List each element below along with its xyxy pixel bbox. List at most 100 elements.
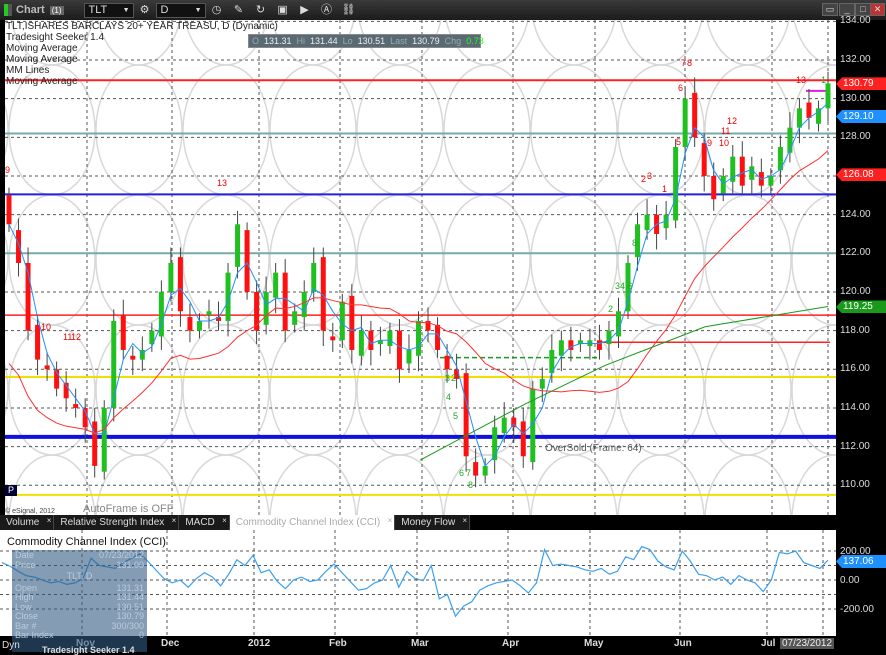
count-label: 2 (451, 373, 456, 383)
candle (768, 176, 773, 186)
candle (711, 176, 716, 199)
low-label: Lo (343, 36, 353, 46)
count-label: 11 (721, 126, 730, 136)
close-tab-icon[interactable]: × (172, 513, 177, 528)
count-label: 8 (687, 58, 692, 68)
candle (683, 99, 688, 147)
count-label: 13 (796, 75, 806, 85)
symbol-input[interactable]: TLT▼ (84, 3, 134, 18)
legend-item[interactable]: Moving Average (6, 43, 278, 54)
high-value: 131.44 (310, 36, 338, 46)
play-icon[interactable]: ▶ (298, 3, 312, 17)
candle (473, 462, 478, 476)
legend-item[interactable]: Moving Average (6, 54, 278, 65)
candle (416, 321, 421, 356)
tab-commodity-channel-index-cci-[interactable]: Commodity Channel Index (CCI) × (230, 515, 396, 530)
interval-input[interactable]: D▼ (156, 3, 206, 18)
price-axis-label: 112.00 (840, 441, 870, 452)
data-window-value: 0 (139, 631, 144, 641)
price-axis-label: 118.00 (840, 325, 870, 336)
candle (749, 166, 754, 180)
price-tag: 129.10 (836, 110, 886, 123)
candle (121, 315, 126, 350)
tab-label: Money Flow (401, 517, 455, 528)
candle (673, 147, 678, 220)
maximize-icon[interactable]: □ (855, 3, 871, 16)
candle (311, 263, 316, 292)
window-title: Chart (16, 4, 45, 16)
snapshot-icon[interactable]: ▣ (276, 3, 290, 17)
minimize-icon[interactable]: _ (839, 3, 855, 16)
cci-value-tag: 137.06 (836, 555, 886, 568)
count-label: 5 (453, 411, 458, 421)
murrey-arc (705, 195, 791, 325)
cci-title: Commodity Channel Index (CCI) (7, 536, 166, 548)
candle (16, 230, 21, 263)
count-label: 3 (445, 373, 450, 383)
murrey-arc (705, 455, 791, 515)
price-chart[interactable]: TLT,ISHARES BARCLAYS 20+ YEAR TREASU, D … (5, 20, 836, 515)
close-tab-icon[interactable]: × (388, 513, 393, 528)
candle (178, 257, 183, 311)
count-label: 8 (468, 480, 473, 490)
legend-item[interactable]: MM Lines (6, 65, 278, 76)
data-window-row: Bar Index 0 (15, 631, 144, 641)
count-label: 7 (681, 58, 686, 68)
cci-axis[interactable]: 200.00 0.00 -200.00 137.06 (836, 530, 886, 636)
last-label: Last (390, 36, 407, 46)
legend-item[interactable]: Moving Average (6, 76, 278, 87)
count-label: 12 (727, 116, 737, 126)
link-badge[interactable]: (1) (50, 6, 64, 15)
change-value: 0.73 (466, 36, 484, 46)
data-window-key: Price (15, 561, 36, 571)
link-icon[interactable]: ⛓ (342, 3, 356, 17)
candle (206, 311, 211, 315)
tab-relative-strength-index[interactable]: Relative Strength Index× (54, 515, 179, 530)
candle (111, 321, 116, 408)
murrey-arc (531, 20, 617, 65)
pencil-icon[interactable]: ✎ (232, 3, 246, 17)
candle (168, 263, 173, 292)
low-value: 130.51 (358, 36, 386, 46)
count-label: 5 (676, 137, 681, 147)
candle (645, 215, 650, 230)
chevron-down-icon: ▼ (195, 7, 202, 14)
data-window-value: 131.00 (116, 561, 144, 571)
legend-item[interactable]: Tradesight Seeker 1.4 (6, 32, 278, 43)
refresh-icon[interactable]: ↻ (254, 3, 268, 17)
tab-money-flow[interactable]: Money Flow × (395, 515, 470, 530)
close-tab-icon[interactable]: × (222, 513, 227, 528)
candle (283, 273, 288, 331)
close-icon[interactable]: ✕ (870, 3, 885, 16)
symbol-value: TLT (89, 4, 108, 16)
autoframe-label: AutoFrame is OFF (83, 503, 173, 515)
restore-icon[interactable]: ▭ (822, 3, 838, 16)
price-tag: 119.25 (836, 300, 886, 313)
p-marker: P (5, 485, 17, 496)
count-label: 7 (466, 468, 471, 478)
interval-value: D (161, 4, 169, 16)
candle (159, 292, 164, 336)
data-window-row: Price 131.00 (15, 561, 144, 571)
study-legend: TLT,ISHARES BARCLAYS 20+ YEAR TREASU, D … (6, 21, 278, 87)
candle (359, 331, 364, 356)
price-axis[interactable]: 134.00132.00130.00128.00126.00124.00122.… (836, 20, 886, 515)
candle (740, 157, 745, 186)
close-tab-icon[interactable]: × (463, 513, 468, 528)
murrey-arc (183, 455, 269, 515)
price-axis-label: 130.00 (840, 93, 871, 104)
tab-volume[interactable]: Volume× (0, 515, 54, 530)
murrey-arc (531, 65, 617, 195)
clock-icon[interactable]: ◷ (210, 3, 224, 17)
settings-icon[interactable]: ⚙ (138, 3, 152, 17)
alert-icon[interactable]: Ⓐ (320, 3, 334, 17)
data-window-key: Bar Index (15, 631, 54, 641)
tab-macd[interactable]: MACD× (179, 515, 229, 530)
count-label: 2 (641, 174, 646, 184)
close-tab-icon[interactable]: × (47, 513, 52, 528)
candle (702, 143, 707, 176)
murrey-arc (531, 195, 617, 325)
price-axis-label: 128.00 (840, 131, 871, 142)
candle (521, 421, 526, 456)
tab-label: Commodity Channel Index (CCI) (236, 517, 381, 528)
